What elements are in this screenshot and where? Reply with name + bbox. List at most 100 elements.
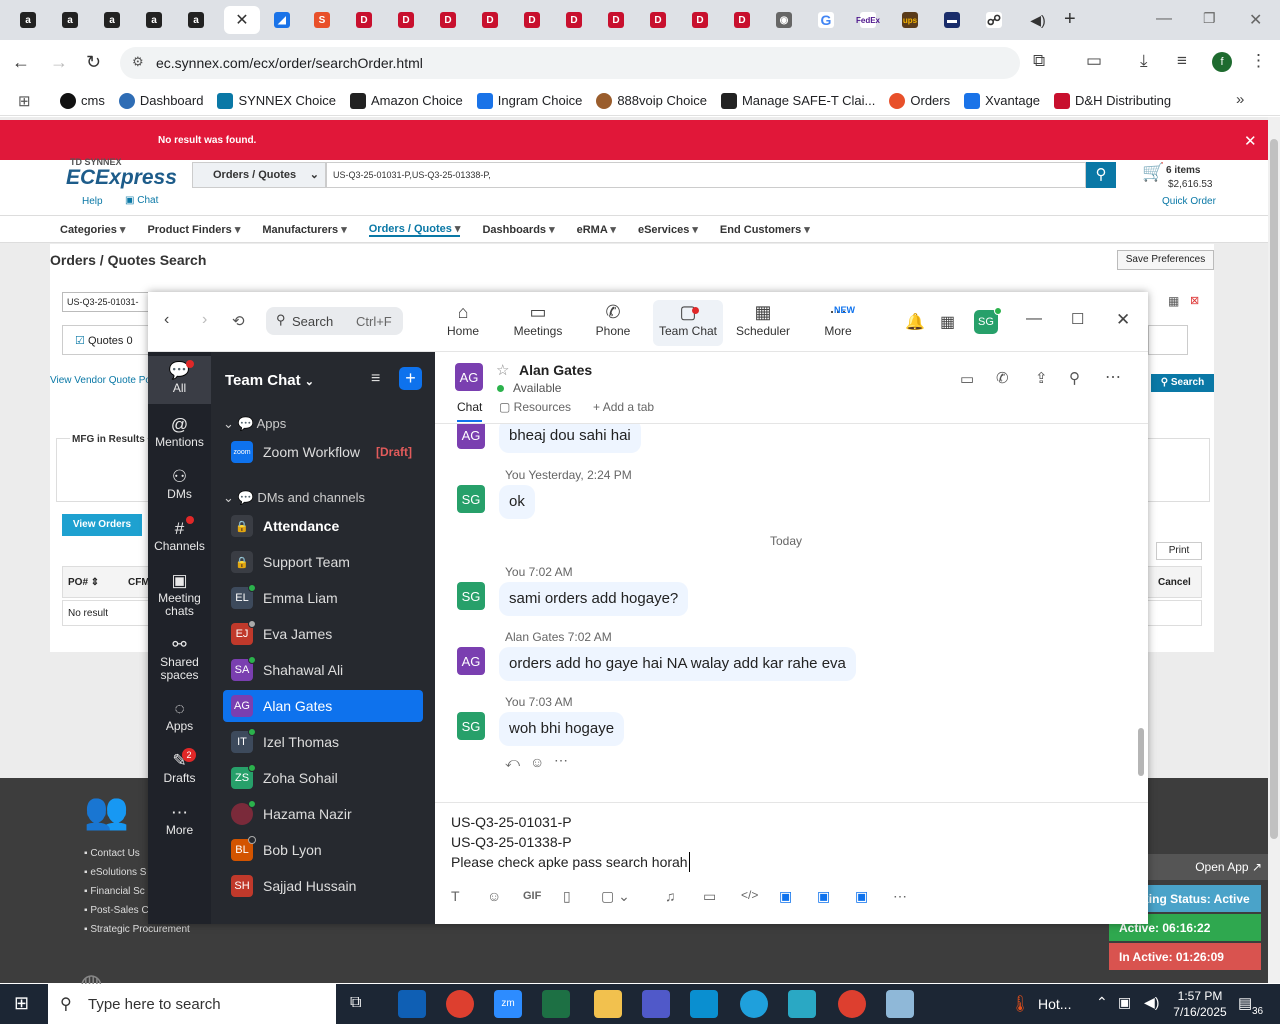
outlook-icon[interactable] bbox=[398, 990, 426, 1018]
extensions-icon[interactable]: ⧉ bbox=[1033, 51, 1045, 71]
cart-icon[interactable]: 🛒 bbox=[1142, 162, 1164, 183]
minimize-button[interactable]: — bbox=[1156, 10, 1172, 28]
order-number-filter[interactable]: US-Q3-25-01031- bbox=[62, 292, 162, 312]
print-button[interactable]: Print bbox=[1156, 542, 1202, 560]
chat-link[interactable]: ▣ Chat bbox=[125, 195, 158, 206]
bookmark-dh[interactable]: D&H Distributing bbox=[1054, 92, 1171, 109]
filter-icon[interactable]: ≡ bbox=[371, 370, 380, 388]
tab-dh-6[interactable]: D bbox=[558, 6, 590, 34]
more-bookmarks-icon[interactable]: » bbox=[1236, 91, 1244, 108]
bookmark-orders[interactable]: Orders bbox=[889, 92, 950, 109]
zoom-search-input[interactable]: ⚲ Search Ctrl+F bbox=[266, 307, 403, 335]
back-icon[interactable]: ← bbox=[12, 52, 30, 73]
more-options-icon[interactable]: ⋯ bbox=[1105, 367, 1121, 387]
tab-ingram[interactable]: ◢ bbox=[266, 6, 298, 34]
tab-active-close[interactable]: ✕ bbox=[224, 6, 260, 34]
nav-categories[interactable]: Categories bbox=[60, 223, 125, 236]
chrome-icon-2[interactable] bbox=[838, 990, 866, 1018]
msg-avatar[interactable]: SG bbox=[457, 485, 485, 513]
col-cancel[interactable]: Cancel bbox=[1158, 577, 1191, 588]
calendar-icon[interactable]: ▦ bbox=[1168, 294, 1179, 308]
nav-manufacturers[interactable]: Manufacturers bbox=[262, 223, 346, 236]
tab-dh-7[interactable]: D bbox=[600, 6, 632, 34]
new-chat-button[interactable]: + bbox=[399, 367, 422, 390]
cart-items[interactable]: 6 items bbox=[1166, 165, 1200, 176]
quick-order-link[interactable]: Quick Order bbox=[1162, 196, 1216, 207]
rail-drafts[interactable]: ✎ Drafts bbox=[148, 750, 211, 785]
zoom-nav-scheduler[interactable]: ▦ Scheduler bbox=[728, 300, 798, 346]
calendar-icon[interactable]: ▦ bbox=[940, 312, 955, 332]
share-screen-icon[interactable]: ⇪ bbox=[1035, 369, 1048, 387]
tray-chevron-icon[interactable]: ⌃ bbox=[1096, 994, 1108, 1011]
list-item-zoom-workflow[interactable]: zoom Zoom Workflow [Draft] bbox=[223, 436, 423, 468]
chrome-icon[interactable] bbox=[446, 990, 474, 1018]
screenshot-icon[interactable]: ▢ ⌄ bbox=[601, 888, 630, 905]
tab-fedex[interactable]: FedEx bbox=[852, 6, 884, 34]
close-icon[interactable]: ✕ bbox=[235, 10, 248, 30]
chat-header-avatar[interactable]: AG bbox=[455, 363, 483, 391]
close-button[interactable]: ✕ bbox=[1116, 310, 1130, 330]
brand-logo[interactable]: ECExpress bbox=[66, 166, 177, 190]
col-po[interactable]: PO# ⇕ bbox=[68, 577, 99, 588]
app-icon-3[interactable] bbox=[886, 990, 914, 1018]
file-explorer-icon[interactable] bbox=[594, 990, 622, 1018]
list-item-zoha-sohail[interactable]: ZS Zoha Sohail bbox=[223, 762, 423, 794]
nav-product-finders[interactable]: Product Finders bbox=[147, 223, 240, 236]
restore-button[interactable]: ❐ bbox=[1203, 10, 1216, 27]
search-icon[interactable]: ⚲ bbox=[1069, 369, 1080, 387]
phone-call-icon[interactable]: ✆ bbox=[996, 369, 1009, 387]
list-item-izel-thomas[interactable]: IT Izel Thomas bbox=[223, 726, 423, 758]
tab-dh-4[interactable]: D bbox=[474, 6, 506, 34]
tab-chat[interactable]: Chat bbox=[457, 400, 483, 422]
zoom-nav-phone[interactable]: ✆ Phone bbox=[578, 300, 648, 346]
tab-dh-9[interactable]: D bbox=[684, 6, 716, 34]
rail-apps[interactable]: ◌ Apps bbox=[148, 698, 211, 733]
tab-amazon-5[interactable]: a bbox=[180, 6, 212, 34]
search-submit-button[interactable]: ⚲ Search bbox=[1151, 374, 1214, 392]
forward-icon[interactable]: › bbox=[202, 311, 207, 329]
star-icon[interactable]: ☆ bbox=[496, 361, 509, 379]
zoom-nav-home[interactable]: ⌂ Home bbox=[428, 300, 498, 346]
edge-icon[interactable] bbox=[740, 990, 768, 1018]
reload-icon[interactable]: ↻ bbox=[86, 52, 101, 73]
bookmark-888voip[interactable]: 888voip Choice bbox=[596, 92, 707, 109]
section-dms-channels[interactable]: ⌄ 💬 DMs and channels bbox=[223, 490, 365, 506]
video-call-icon[interactable]: ▭ bbox=[960, 370, 974, 388]
list-item-shahawal-ali[interactable]: SA Shahawal Ali bbox=[223, 654, 423, 686]
zoom-nav-team-chat[interactable]: ▢ Team Chat bbox=[653, 300, 723, 346]
emoji-react-icon[interactable]: ☺ bbox=[530, 754, 544, 770]
tab-add[interactable]: + Add a tab bbox=[593, 400, 654, 414]
tab-amazon-1[interactable]: a bbox=[12, 6, 44, 34]
list-item-alan-gates[interactable]: AG Alan Gates bbox=[223, 690, 423, 722]
app-icon[interactable] bbox=[690, 990, 718, 1018]
file-icon[interactable]: ▯ bbox=[563, 888, 571, 905]
bookmark-dashboard[interactable]: Dashboard bbox=[118, 92, 203, 109]
col-cfm[interactable]: CFM bbox=[128, 577, 150, 588]
scrollbar-thumb[interactable] bbox=[1270, 139, 1278, 839]
more-tools-icon[interactable]: ⋯ bbox=[893, 888, 907, 905]
rail-mentions[interactable]: @ Mentions bbox=[148, 414, 211, 449]
tab-dh-1[interactable]: D bbox=[348, 6, 380, 34]
tab-dh-3[interactable]: D bbox=[432, 6, 464, 34]
bookmark-ingram[interactable]: Ingram Choice bbox=[476, 92, 582, 109]
taskbar-search[interactable]: ⚲ Type here to search bbox=[48, 984, 336, 1024]
order-search-input[interactable]: US-Q3-25-01031-P,US-Q3-25-01338-P, bbox=[326, 162, 1086, 188]
rail-shared-spaces[interactable]: ⚯ Shared spaces bbox=[148, 634, 211, 682]
back-icon[interactable]: ‹ bbox=[164, 311, 169, 329]
msg-avatar[interactable]: SG bbox=[457, 712, 485, 740]
download-icon[interactable]: ⤓ bbox=[1140, 51, 1148, 71]
tab-dh-2[interactable]: D bbox=[390, 6, 422, 34]
list-item-eva-james[interactable]: EJ Eva James bbox=[223, 618, 423, 650]
team-chat-title[interactable]: Team Chat ⌄ bbox=[225, 372, 314, 389]
chat-scrollbar[interactable] bbox=[1138, 422, 1144, 792]
tab-resources[interactable]: ▢ Resources bbox=[499, 400, 571, 414]
video-message-icon[interactable]: ▭ bbox=[703, 888, 716, 905]
site-info-icon[interactable]: ⚙ bbox=[132, 54, 144, 70]
rail-dms[interactable]: ⚇ DMs bbox=[148, 466, 211, 501]
message-bubble[interactable]: sami orders add hogaye? bbox=[499, 582, 689, 616]
more-actions-icon[interactable]: ⋯ bbox=[554, 752, 568, 769]
app-icon-3[interactable]: ▣ bbox=[855, 888, 868, 905]
emoji-icon[interactable]: ☺ bbox=[487, 888, 501, 904]
forward-icon[interactable]: → bbox=[50, 52, 68, 73]
bookmark-xvantage[interactable]: Xvantage bbox=[964, 92, 1040, 109]
